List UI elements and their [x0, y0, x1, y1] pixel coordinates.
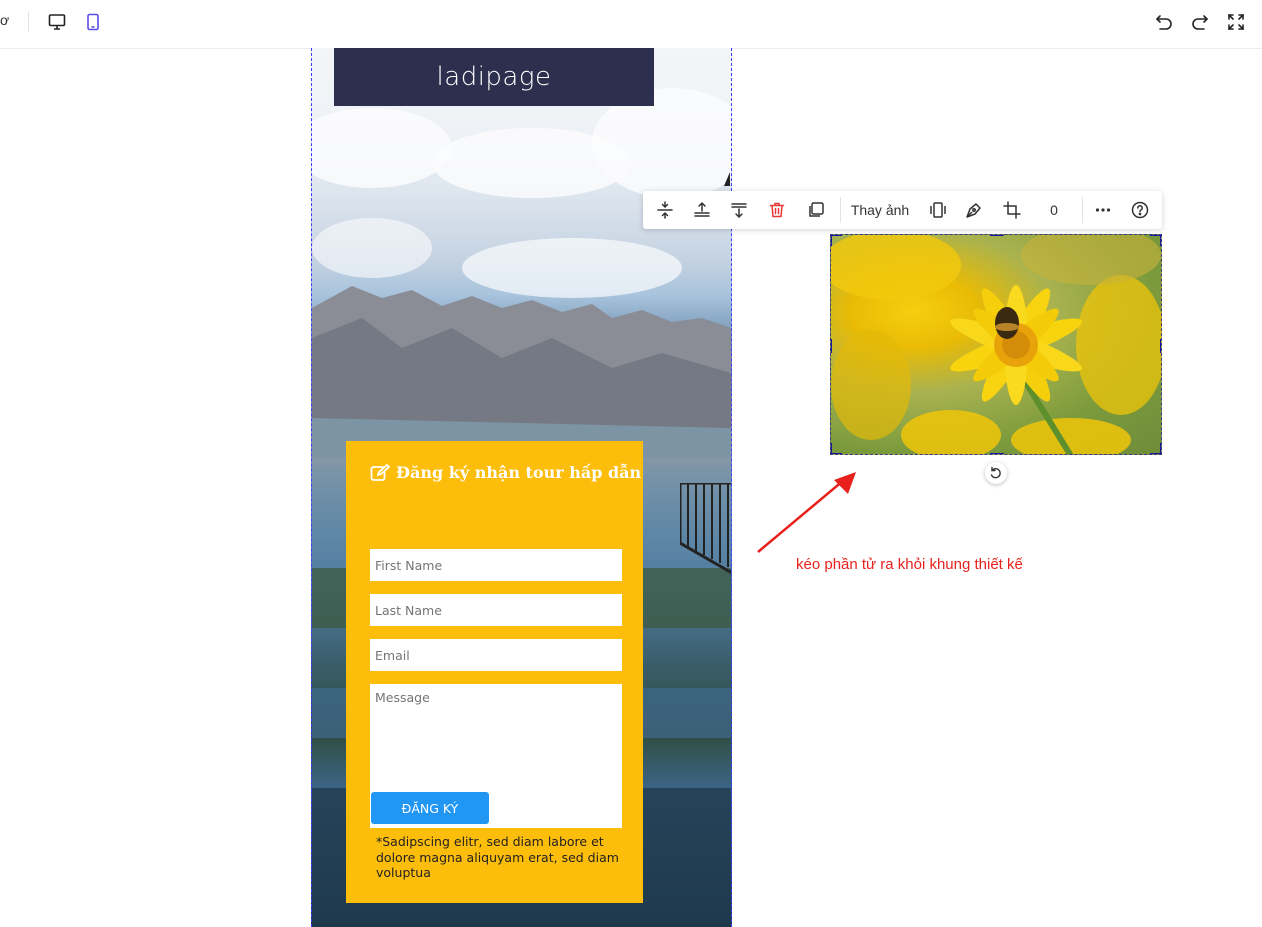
align-vertical-center-icon — [657, 201, 673, 219]
undo-icon — [1155, 15, 1172, 30]
logo-banner[interactable]: ladipage — [334, 48, 654, 106]
rotate-icon — [990, 466, 1001, 479]
form-title-text: Đăng ký nhận tour hấp dẫn — [396, 463, 642, 482]
fullscreen-button[interactable] — [1223, 10, 1249, 34]
help-icon — [1131, 201, 1149, 219]
rotation-value[interactable]: 0 — [1042, 191, 1066, 229]
toolbar-divider — [1082, 197, 1083, 223]
resize-handle[interactable] — [1160, 235, 1161, 246]
counter-value: 0 — [1050, 202, 1058, 218]
toolbar-divider — [840, 197, 841, 223]
resize-handle[interactable] — [831, 235, 832, 246]
registration-form[interactable]: Đăng ký nhận tour hấp dẫn ĐĂNG KÝ *Sadip… — [346, 441, 643, 903]
email-field[interactable] — [370, 639, 622, 671]
edit-link-button[interactable] — [962, 191, 986, 229]
crop-icon — [1003, 201, 1021, 219]
resize-handle[interactable] — [831, 339, 832, 353]
align-bottom-icon — [731, 203, 747, 219]
desktop-icon — [48, 14, 66, 30]
help-button[interactable] — [1128, 191, 1152, 229]
frame-edge-marker — [724, 172, 730, 186]
resize-handle[interactable] — [1160, 339, 1161, 353]
mobile-icon — [87, 13, 99, 31]
rotate-handle[interactable] — [985, 462, 1007, 484]
annotation-text: kéo phần tử ra khỏi khung thiết kế — [796, 556, 1023, 573]
resize-handle[interactable] — [831, 443, 832, 454]
image-gallery-button[interactable] — [926, 191, 950, 229]
resize-handle[interactable] — [1160, 443, 1161, 454]
redo-button[interactable] — [1187, 10, 1213, 34]
logo-text: ladipage — [436, 62, 552, 92]
resize-handle[interactable] — [990, 235, 1004, 236]
cloud-shape — [312, 218, 432, 278]
selected-image-element[interactable] — [830, 234, 1162, 455]
flower-image — [831, 235, 1161, 454]
toolbar-divider — [28, 12, 29, 32]
edit-icon — [370, 463, 390, 481]
trash-icon — [769, 202, 785, 218]
replace-image-button[interactable]: Thay ảnh — [847, 191, 913, 229]
resize-handle[interactable] — [990, 453, 1004, 454]
align-top-button[interactable] — [690, 191, 714, 229]
copy-icon — [809, 202, 824, 217]
crop-button[interactable] — [1000, 191, 1024, 229]
last-name-field[interactable] — [370, 594, 622, 626]
align-middle-button[interactable] — [653, 191, 677, 229]
duplicate-button[interactable] — [804, 191, 828, 229]
desktop-view-button[interactable] — [44, 10, 70, 34]
annotation-arrow — [757, 472, 856, 553]
mobile-view-button[interactable] — [80, 10, 106, 34]
first-name-field[interactable] — [370, 549, 622, 581]
cloud-shape — [312, 108, 452, 188]
mountain-range — [312, 286, 731, 458]
submit-button[interactable]: ĐĂNG KÝ — [371, 792, 489, 824]
pen-tool-icon — [966, 203, 981, 218]
fullscreen-icon — [1228, 14, 1244, 30]
form-note: *Sadipscing elitr, sed diam labore et do… — [376, 834, 619, 880]
replace-image-label: Thay ảnh — [850, 202, 910, 218]
balcony-railing — [680, 483, 731, 575]
align-bottom-button[interactable] — [727, 191, 751, 229]
align-top-icon — [694, 201, 710, 217]
top-toolbar: ơ — [0, 0, 1262, 49]
redo-icon — [1192, 15, 1209, 30]
truncated-label: ơ — [0, 12, 10, 28]
image-frame-icon — [930, 202, 946, 218]
form-title: Đăng ký nhận tour hấp dẫn — [370, 463, 641, 482]
element-toolbar: Thay ảnh 0 — [643, 191, 1162, 229]
design-canvas[interactable]: ladipage Đăng ký nhận tour hấp dẫn ĐĂNG … — [311, 48, 732, 927]
more-icon — [1095, 208, 1111, 212]
more-options-button[interactable] — [1091, 191, 1115, 229]
undo-button[interactable] — [1151, 10, 1177, 34]
delete-button[interactable] — [765, 191, 789, 229]
